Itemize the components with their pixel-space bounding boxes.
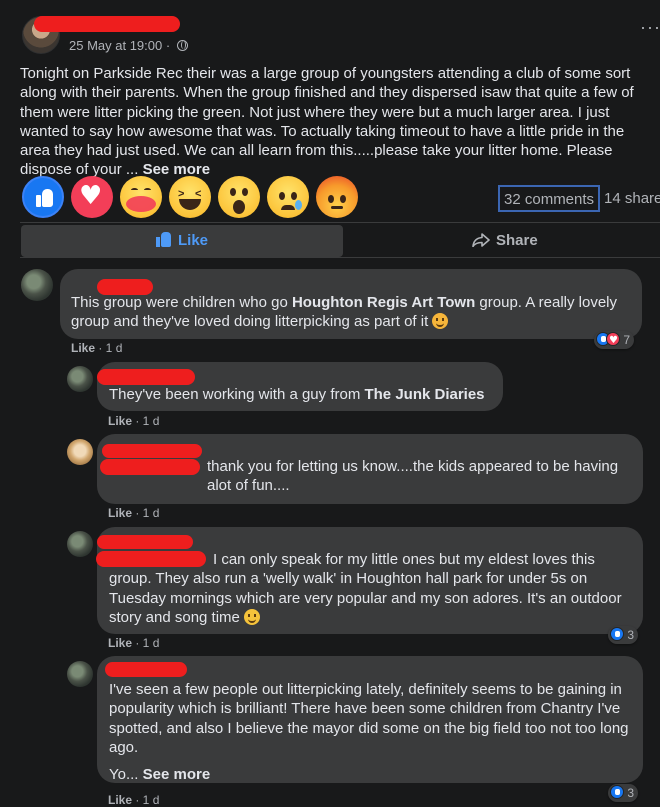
reaction-count: 7	[623, 333, 631, 347]
post-text: Tonight on Parkside Rec their was a larg…	[20, 65, 634, 179]
comment-text: thank you for letting us know....the kid…	[207, 458, 619, 495]
timestamp-text[interactable]: 25 May at 19:00 ·	[69, 38, 174, 53]
globe-icon	[176, 40, 188, 51]
reaction-count: 3	[627, 786, 635, 800]
comment-body: I've seen a few people out litterpicking…	[109, 680, 631, 757]
commenter-avatar[interactable]	[67, 439, 93, 465]
thumbs-up-icon	[155, 232, 172, 247]
commenter-avatar[interactable]	[67, 531, 93, 557]
like-reaction-icon	[610, 785, 624, 799]
wow-reaction-icon[interactable]	[218, 176, 260, 218]
comments-count-link[interactable]: 32 comments	[498, 185, 601, 212]
like-button[interactable]: Like	[21, 225, 343, 257]
comment-like-link[interactable]: Like	[108, 506, 132, 520]
comment-actions: Like · 1 d	[108, 636, 159, 650]
comment-actions: Like · 1 d	[108, 793, 159, 807]
comment-time[interactable]: · 1 d	[132, 793, 159, 807]
shares-count-link[interactable]: 14 shares	[604, 190, 660, 207]
love-reaction-icon[interactable]	[71, 176, 113, 218]
redacted-commenter-name	[97, 535, 193, 549]
comment-reaction-badge[interactable]: 3	[608, 784, 639, 802]
mentioned-page-link[interactable]: The Junk Diaries	[364, 386, 484, 403]
share-arrow-icon	[472, 233, 490, 247]
comment-like-link[interactable]: Like	[108, 793, 132, 807]
comment-like-link[interactable]: Like	[108, 414, 132, 428]
blush-emoji-icon	[432, 313, 449, 330]
comment-reaction-badge[interactable]: 7	[594, 331, 635, 350]
comment-body: group. They also run a 'welly walk' in H…	[109, 569, 631, 627]
redacted-commenter-name	[102, 444, 202, 458]
share-button[interactable]: Share	[472, 225, 592, 257]
comment-time[interactable]: · 1 d	[95, 341, 122, 355]
comment-actions: Like · 1 d	[108, 414, 159, 428]
comment-text: They've been working with a guy from	[109, 386, 365, 403]
redacted-commenter-name	[97, 369, 195, 385]
comment-text: Yo...	[109, 766, 143, 784]
redacted-author-name	[34, 16, 180, 32]
commenter-avatar[interactable]	[67, 366, 93, 392]
redacted-tagged-name	[100, 459, 200, 475]
post-action-bar: Like Share	[20, 222, 660, 258]
redacted-commenter-name	[97, 279, 153, 295]
angry-reaction-icon[interactable]	[316, 176, 358, 218]
comment-actions: Like · 1 d	[108, 506, 159, 520]
comment-text: group. They also run a 'welly walk' in H…	[109, 570, 622, 626]
care-reaction-icon[interactable]	[120, 176, 162, 218]
smile-emoji-icon	[244, 608, 261, 625]
comment-reaction-badge[interactable]: 3	[608, 626, 639, 644]
more-dots-icon[interactable]: ···	[640, 18, 660, 36]
see-more-link[interactable]: See more	[143, 161, 211, 178]
post-timestamp[interactable]: 25 May at 19:00 ·	[69, 38, 188, 53]
redacted-tagged-name	[96, 551, 206, 567]
comment-time[interactable]: · 1 d	[132, 414, 159, 428]
see-more-link[interactable]: See more	[143, 766, 211, 783]
comment-truncation: Yo... See more	[109, 765, 631, 784]
haha-reaction-icon[interactable]: > <	[169, 176, 211, 218]
sad-reaction-icon[interactable]	[267, 176, 309, 218]
love-reaction-icon	[606, 332, 620, 350]
like-reaction-icon[interactable]	[22, 176, 64, 218]
redacted-commenter-name	[105, 662, 187, 677]
reaction-count: 3	[627, 628, 635, 642]
comment-time[interactable]: · 1 d	[132, 506, 159, 520]
comment-text: I've seen a few people out litterpicking…	[109, 681, 629, 756]
comment-like-link[interactable]: Like	[108, 636, 132, 650]
comment-text: This group were children who go	[71, 294, 292, 311]
commenter-avatar[interactable]	[21, 269, 53, 301]
mentioned-group-link[interactable]: Houghton Regis Art Town	[292, 294, 475, 311]
like-label: Like	[177, 232, 208, 249]
comment-text: I can only speak for my little ones but …	[213, 551, 595, 568]
comment-actions: Like · 1 d	[71, 341, 122, 355]
like-reaction-icon	[610, 627, 624, 641]
share-label: Share	[496, 232, 538, 249]
commenter-avatar[interactable]	[67, 661, 93, 687]
comment-like-link[interactable]: Like	[71, 341, 95, 355]
post-body: Tonight on Parkside Rec their was a larg…	[20, 64, 656, 180]
comment-time[interactable]: · 1 d	[132, 636, 159, 650]
